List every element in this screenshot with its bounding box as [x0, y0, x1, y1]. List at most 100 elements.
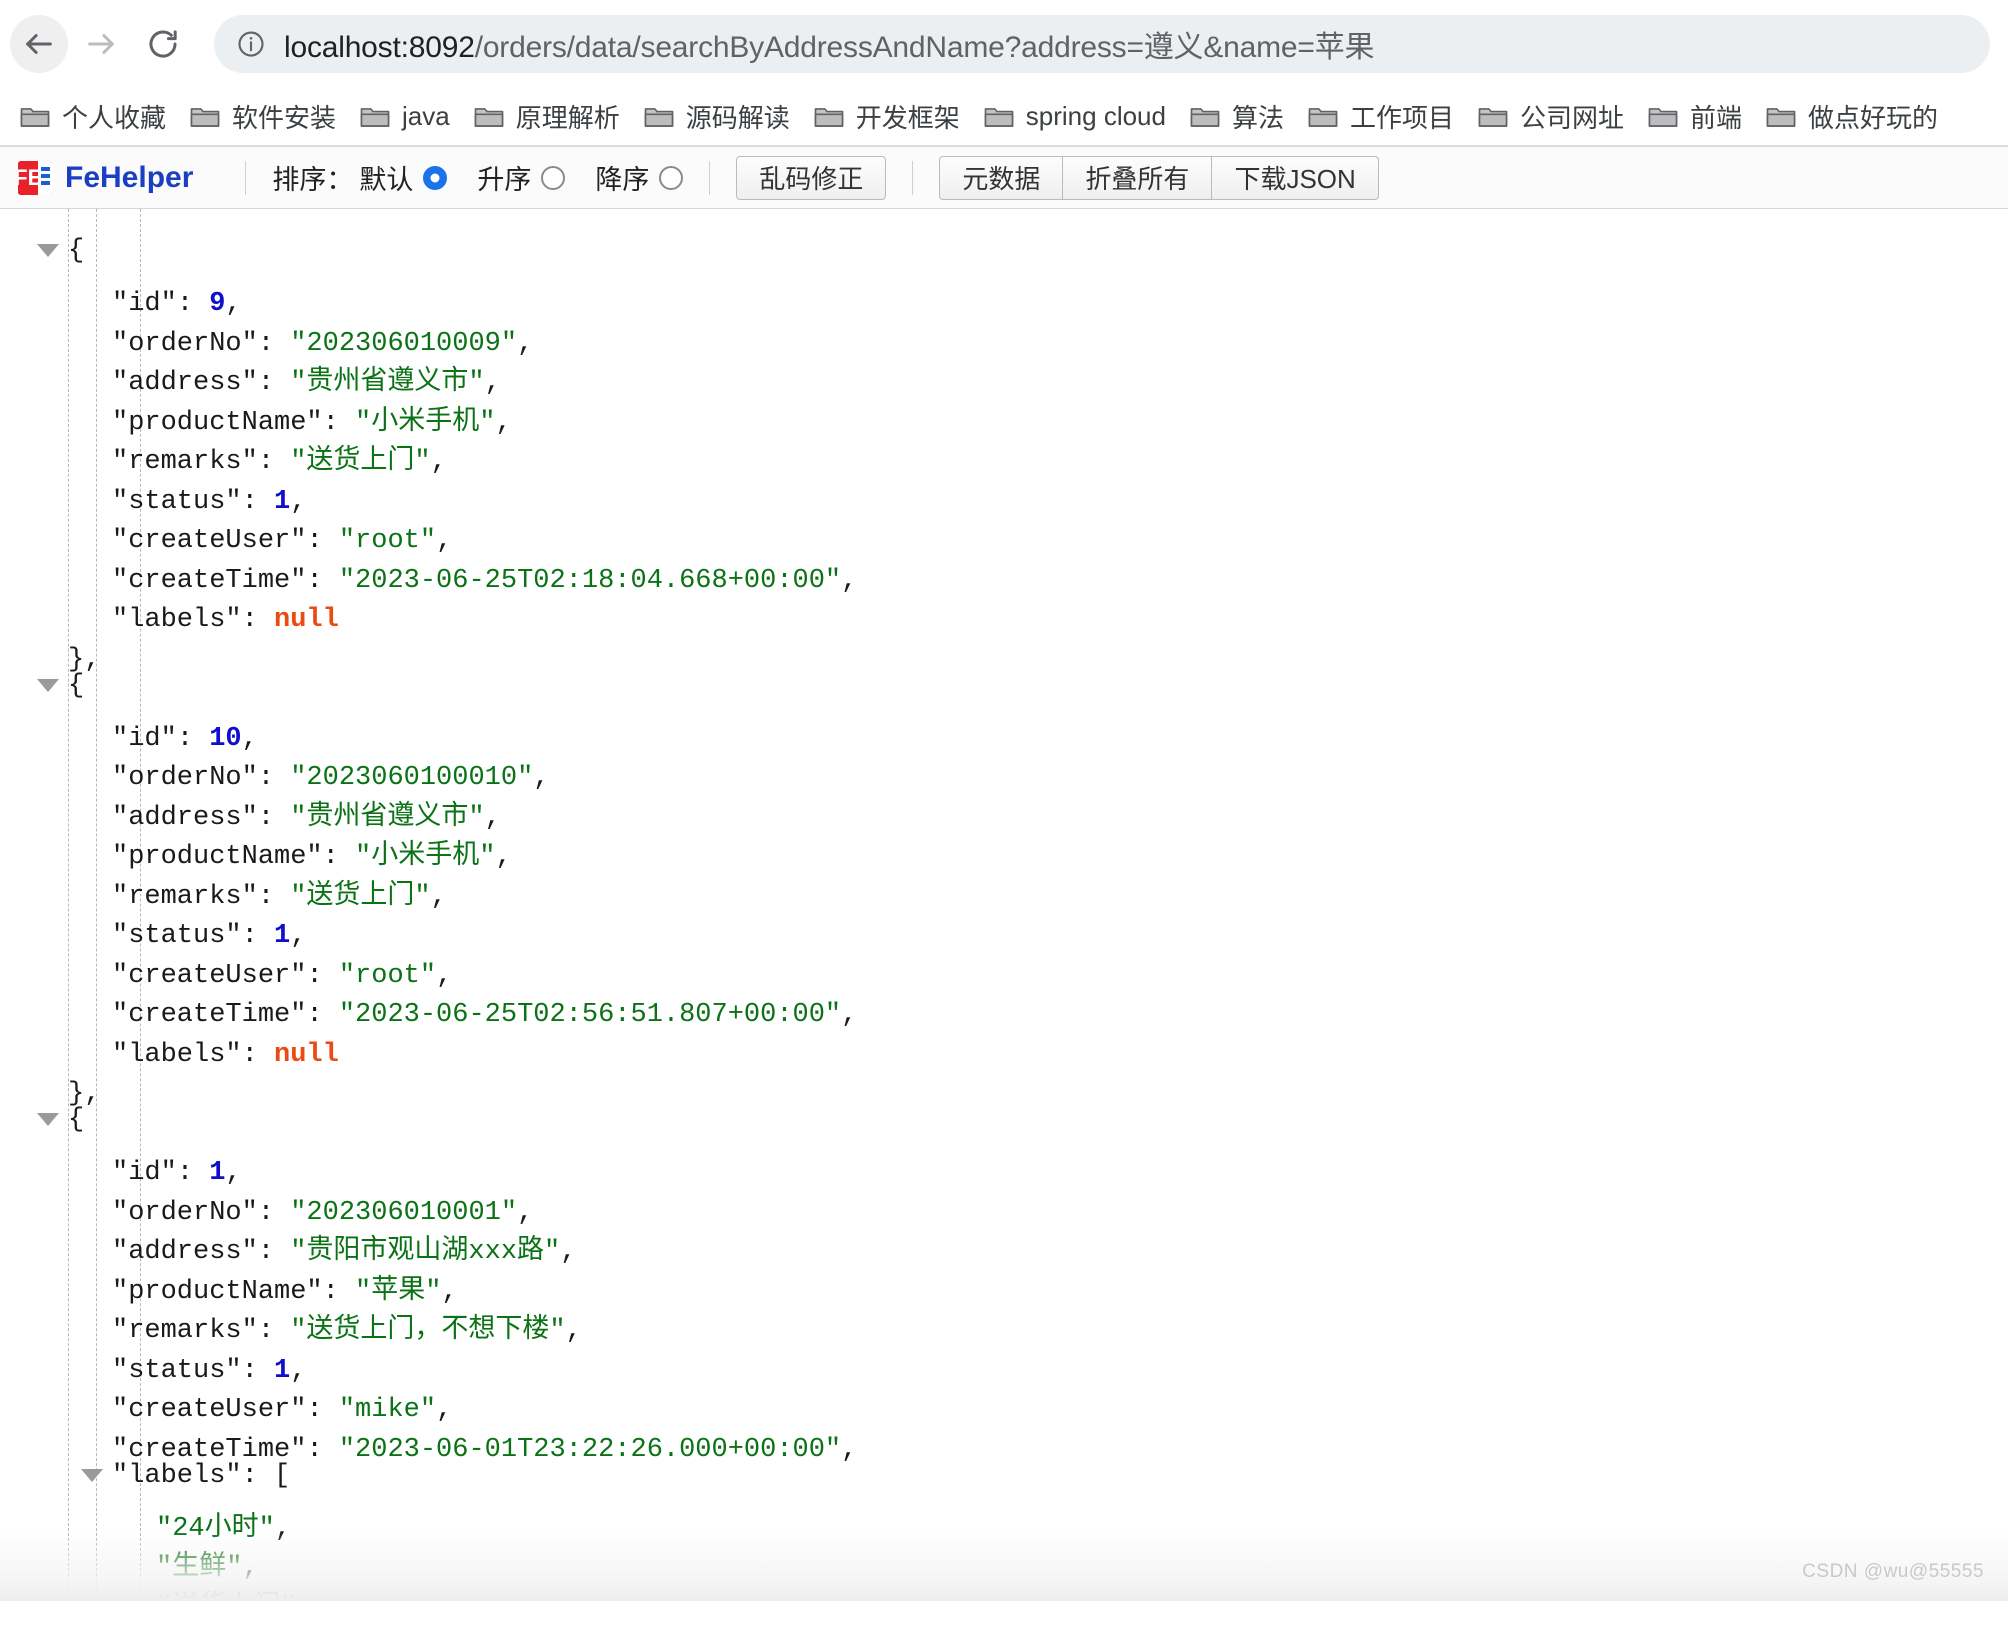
json-line-text: { — [68, 667, 84, 707]
json-line: "orderNo": "2023060100010", — [0, 745, 2008, 793]
json-token-punct: : [ — [241, 1460, 291, 1491]
line-gutter — [72, 1337, 112, 1377]
json-line-text: "labels": [ — [112, 1457, 290, 1497]
json-line: "createTime": "2023-06-01T23:22:26.000+0… — [0, 1416, 2008, 1465]
bookmark-label: 个人收藏 — [62, 103, 167, 133]
bookmark-item-11[interactable]: 前端 — [1636, 94, 1754, 139]
json-line: "id": 1, — [0, 1140, 2008, 1188]
toolbar-divider-2 — [709, 160, 711, 195]
json-line: "remarks": "送货上门", — [0, 863, 2008, 912]
line-gutter — [72, 982, 112, 1022]
line-gutter — [72, 1258, 112, 1298]
chevron-down-icon[interactable] — [37, 678, 59, 692]
line-gutter — [72, 1416, 112, 1456]
bookmark-item-9[interactable]: 工作项目 — [1296, 94, 1466, 139]
json-line: "remarks": "送货上门", — [0, 429, 2008, 477]
line-gutter — [72, 1140, 112, 1180]
json-token-punct: { — [68, 1105, 85, 1136]
sort-option-desc[interactable]: 降序 — [595, 158, 684, 197]
fix-garbled-button[interactable]: 乱码修正 — [736, 155, 887, 200]
download-json-button[interactable]: 下载JSON — [1212, 155, 1379, 200]
folder-icon — [984, 105, 1014, 129]
line-gutter — [72, 1219, 112, 1259]
json-line: "createTime": "2023-06-25T02:18:04.668+0… — [0, 547, 2008, 596]
radio-asc-icon[interactable] — [541, 165, 566, 190]
json-line: }, — [0, 626, 2008, 675]
url-display[interactable]: localhost:8092/orders/data/searchByAddre… — [284, 22, 1374, 66]
bookmark-item-3[interactable]: java — [348, 97, 462, 136]
fehelper-brand[interactable]: FE FeHelper — [18, 160, 219, 195]
json-line-text: { — [68, 232, 84, 272]
bookmark-item-5[interactable]: 源码解读 — [632, 94, 802, 139]
url-host: localhost:8092 — [284, 31, 475, 64]
json-line: "24小时", — [0, 1495, 2008, 1544]
bookmark-label: 软件安装 — [232, 103, 337, 133]
collapse-toggle[interactable] — [72, 1456, 112, 1496]
json-line: "orderNo": "202306010009", — [0, 310, 2008, 359]
bookmark-item-8[interactable]: 算法 — [1178, 94, 1296, 139]
json-line: "id": 10, — [0, 705, 2008, 754]
chevron-down-icon[interactable] — [37, 244, 59, 258]
json-line: "status": 1, — [0, 1337, 2008, 1386]
folder-icon — [20, 105, 50, 129]
fehelper-brand-label: FeHelper — [65, 160, 194, 194]
bookmark-item-1[interactable]: 个人收藏 — [8, 94, 178, 139]
line-gutter — [116, 1495, 156, 1535]
bookmark-label: 开发框架 — [855, 103, 960, 133]
bookmark-label: 原理解析 — [515, 103, 620, 133]
json-line: "labels": null — [0, 1021, 2008, 1070]
sort-option-default[interactable]: 默认 — [359, 158, 448, 197]
line-gutter — [72, 468, 112, 508]
json-action-button-group: 元数据 折叠所有 下载JSON — [939, 155, 1379, 200]
bookmark-item-7[interactable]: spring cloud — [972, 97, 1178, 136]
json-line: "address": "贵州省遵义市", — [0, 350, 2008, 398]
bookmark-item-10[interactable]: 公司网址 — [1466, 94, 1636, 139]
chevron-down-icon[interactable] — [37, 1113, 59, 1127]
radio-default-icon[interactable] — [423, 165, 448, 190]
json-line: "createUser": "mike", — [0, 1377, 2008, 1425]
json-line: "createTime": "2023-06-25T02:56:51.807+0… — [0, 982, 2008, 1030]
sort-control-group: 排序： 默认 升序 降序 — [272, 158, 684, 197]
json-line: "remarks": "送货上门，不想下楼", — [0, 1298, 2008, 1346]
bookmarks-bar: 个人收藏 软件安装 java 原理解析 源码解读 开发框架 spring cloud 算法 工作… — [0, 88, 2008, 146]
folder-icon — [1648, 105, 1678, 129]
line-gutter — [72, 1021, 112, 1061]
collapse-toggle[interactable] — [28, 666, 68, 706]
line-gutter — [72, 350, 112, 390]
json-line: "createUser": "root", — [0, 942, 2008, 991]
radio-desc-icon[interactable] — [659, 165, 684, 190]
json-line: "orderNo": "202306010001", — [0, 1179, 2008, 1228]
line-gutter — [72, 1377, 112, 1417]
bookmark-item-6[interactable]: 开发框架 — [802, 94, 972, 139]
json-line: "labels": null — [0, 587, 2008, 635]
line-gutter — [28, 626, 68, 666]
bookmark-label: 前端 — [1690, 103, 1743, 133]
folder-icon — [1190, 105, 1220, 129]
back-button[interactable] — [10, 15, 68, 73]
info-circle-icon[interactable] — [236, 29, 266, 59]
json-line: { — [0, 666, 2008, 706]
folder-icon — [1478, 105, 1508, 129]
collapse-toggle[interactable] — [28, 231, 68, 271]
json-line-text: { — [68, 1101, 84, 1141]
csdn-watermark: CSDN @wu@55555 — [1802, 1560, 1984, 1582]
forward-button[interactable] — [72, 15, 130, 73]
json-line: }, — [0, 1061, 2008, 1109]
bookmark-item-12[interactable]: 做点好玩的 — [1754, 94, 1950, 139]
sort-option-asc[interactable]: 升序 — [477, 158, 566, 197]
collapse-toggle[interactable] — [28, 1100, 68, 1140]
address-bar[interactable]: localhost:8092/orders/data/searchByAddre… — [214, 15, 1990, 73]
reload-button[interactable] — [134, 15, 192, 73]
json-line-list: {"id": 9, "orderNo": "202306010009", "addr… — [0, 231, 2008, 1601]
json-token-punct: { — [68, 670, 85, 701]
metadata-button[interactable]: 元数据 — [939, 155, 1064, 200]
line-gutter — [72, 705, 112, 745]
folder-icon — [814, 105, 844, 129]
bookmark-label: 工作项目 — [1350, 103, 1455, 133]
json-line-text: "送货上门" — [156, 1589, 296, 1602]
chevron-down-icon[interactable] — [81, 1468, 103, 1482]
sort-label: 排序： — [272, 165, 354, 195]
collapse-all-button[interactable]: 折叠所有 — [1063, 155, 1213, 200]
bookmark-item-4[interactable]: 原理解析 — [462, 94, 632, 139]
bookmark-item-2[interactable]: 软件安装 — [178, 94, 348, 139]
